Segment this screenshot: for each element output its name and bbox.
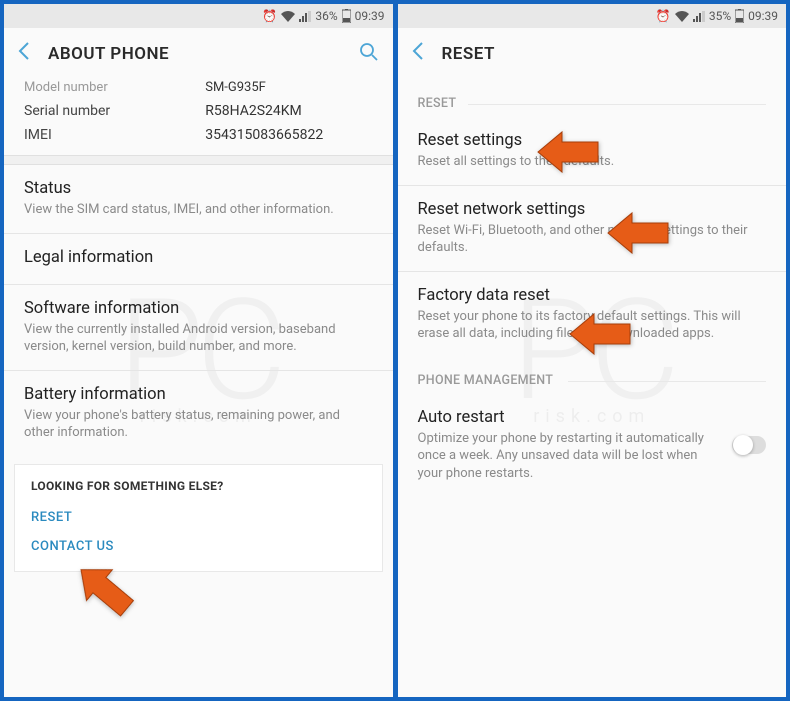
- left-screenshot: PC risk.com ⏰ 36% 09:39 ABOUT PHONE Mode…: [4, 4, 393, 697]
- alarm-icon: ⏰: [656, 9, 671, 23]
- item-battery[interactable]: Battery information View your phone's ba…: [4, 371, 393, 456]
- footer-reset-link[interactable]: RESET: [31, 503, 366, 532]
- item-factory-reset[interactable]: Factory data reset Reset your phone to i…: [398, 272, 787, 357]
- legal-title: Legal information: [24, 248, 373, 267]
- model-label: Model number: [24, 80, 205, 95]
- wifi-icon: [675, 11, 689, 22]
- status-bar: ⏰ 36% 09:39: [4, 4, 393, 28]
- reset-network-desc: Reset Wi-Fi, Bluetooth, and other networ…: [418, 222, 767, 257]
- battery-icon: [342, 9, 351, 23]
- signal-icon: [693, 11, 705, 22]
- item-status[interactable]: Status View the SIM card status, IMEI, a…: [4, 165, 393, 233]
- info-serial: Serial number R58HA2S24KM: [4, 99, 393, 123]
- reset-settings-title: Reset settings: [418, 131, 767, 150]
- alarm-icon: ⏰: [262, 9, 277, 23]
- section-phone-management: PHONE MANAGEMENT: [398, 357, 787, 394]
- serial-label: Serial number: [24, 103, 205, 119]
- model-value: SM-G935F: [205, 80, 372, 95]
- factory-reset-desc: Reset your phone to its factory default …: [418, 308, 767, 343]
- status-desc: View the SIM card status, IMEI, and othe…: [24, 201, 373, 219]
- item-reset-settings[interactable]: Reset settings Reset all settings to the…: [398, 117, 787, 185]
- divider: [4, 155, 393, 165]
- footer-card: LOOKING FOR SOMETHING ELSE? RESET CONTAC…: [14, 464, 383, 572]
- battery-desc: View your phone's battery status, remain…: [24, 407, 373, 442]
- signal-icon: [299, 11, 311, 22]
- back-icon[interactable]: [18, 41, 30, 67]
- battery-text: 36%: [315, 9, 337, 23]
- battery-title: Battery information: [24, 385, 373, 404]
- app-header: ABOUT PHONE: [4, 28, 393, 80]
- software-title: Software information: [24, 299, 373, 318]
- page-title: ABOUT PHONE: [48, 44, 359, 64]
- search-icon[interactable]: [359, 42, 379, 66]
- battery-text: 35%: [709, 9, 731, 23]
- imei-label: IMEI: [24, 127, 205, 143]
- imei-value: 354315083665822: [205, 127, 372, 143]
- item-reset-network[interactable]: Reset network settings Reset Wi-Fi, Blue…: [398, 186, 787, 271]
- factory-reset-title: Factory data reset: [418, 286, 767, 305]
- clock: 09:39: [355, 9, 385, 23]
- content: Model number SM-G935F Serial number R58H…: [4, 80, 393, 697]
- software-desc: View the currently installed Android ver…: [24, 321, 373, 356]
- wifi-icon: [281, 11, 295, 22]
- item-legal[interactable]: Legal information: [4, 234, 393, 284]
- info-model: Model number SM-G935F: [4, 80, 393, 99]
- content: RESET Reset settings Reset all settings …: [398, 80, 787, 697]
- back-icon[interactable]: [412, 41, 424, 67]
- serial-value: R58HA2S24KM: [205, 103, 372, 119]
- page-title: RESET: [442, 44, 773, 64]
- auto-restart-desc: Optimize your phone by restarting it aut…: [418, 430, 717, 483]
- reset-network-title: Reset network settings: [418, 200, 767, 219]
- item-auto-restart[interactable]: Auto restart Optimize your phone by rest…: [398, 394, 787, 497]
- clock: 09:39: [748, 9, 778, 23]
- item-software[interactable]: Software information View the currently …: [4, 285, 393, 370]
- info-imei: IMEI 354315083665822: [4, 123, 393, 155]
- section-reset: RESET: [398, 80, 787, 117]
- app-header: RESET: [398, 28, 787, 80]
- footer-heading: LOOKING FOR SOMETHING ELSE?: [31, 479, 366, 493]
- auto-restart-title: Auto restart: [418, 408, 717, 427]
- auto-restart-toggle[interactable]: [732, 436, 766, 454]
- battery-icon: [735, 9, 744, 23]
- status-bar: ⏰ 35% 09:39: [398, 4, 787, 28]
- footer-contact-link[interactable]: CONTACT US: [31, 532, 366, 561]
- right-screenshot: PC risk.com ⏰ 35% 09:39 RESET RESET Rese…: [398, 4, 787, 697]
- reset-settings-desc: Reset all settings to their defaults.: [418, 153, 767, 171]
- status-title: Status: [24, 179, 373, 198]
